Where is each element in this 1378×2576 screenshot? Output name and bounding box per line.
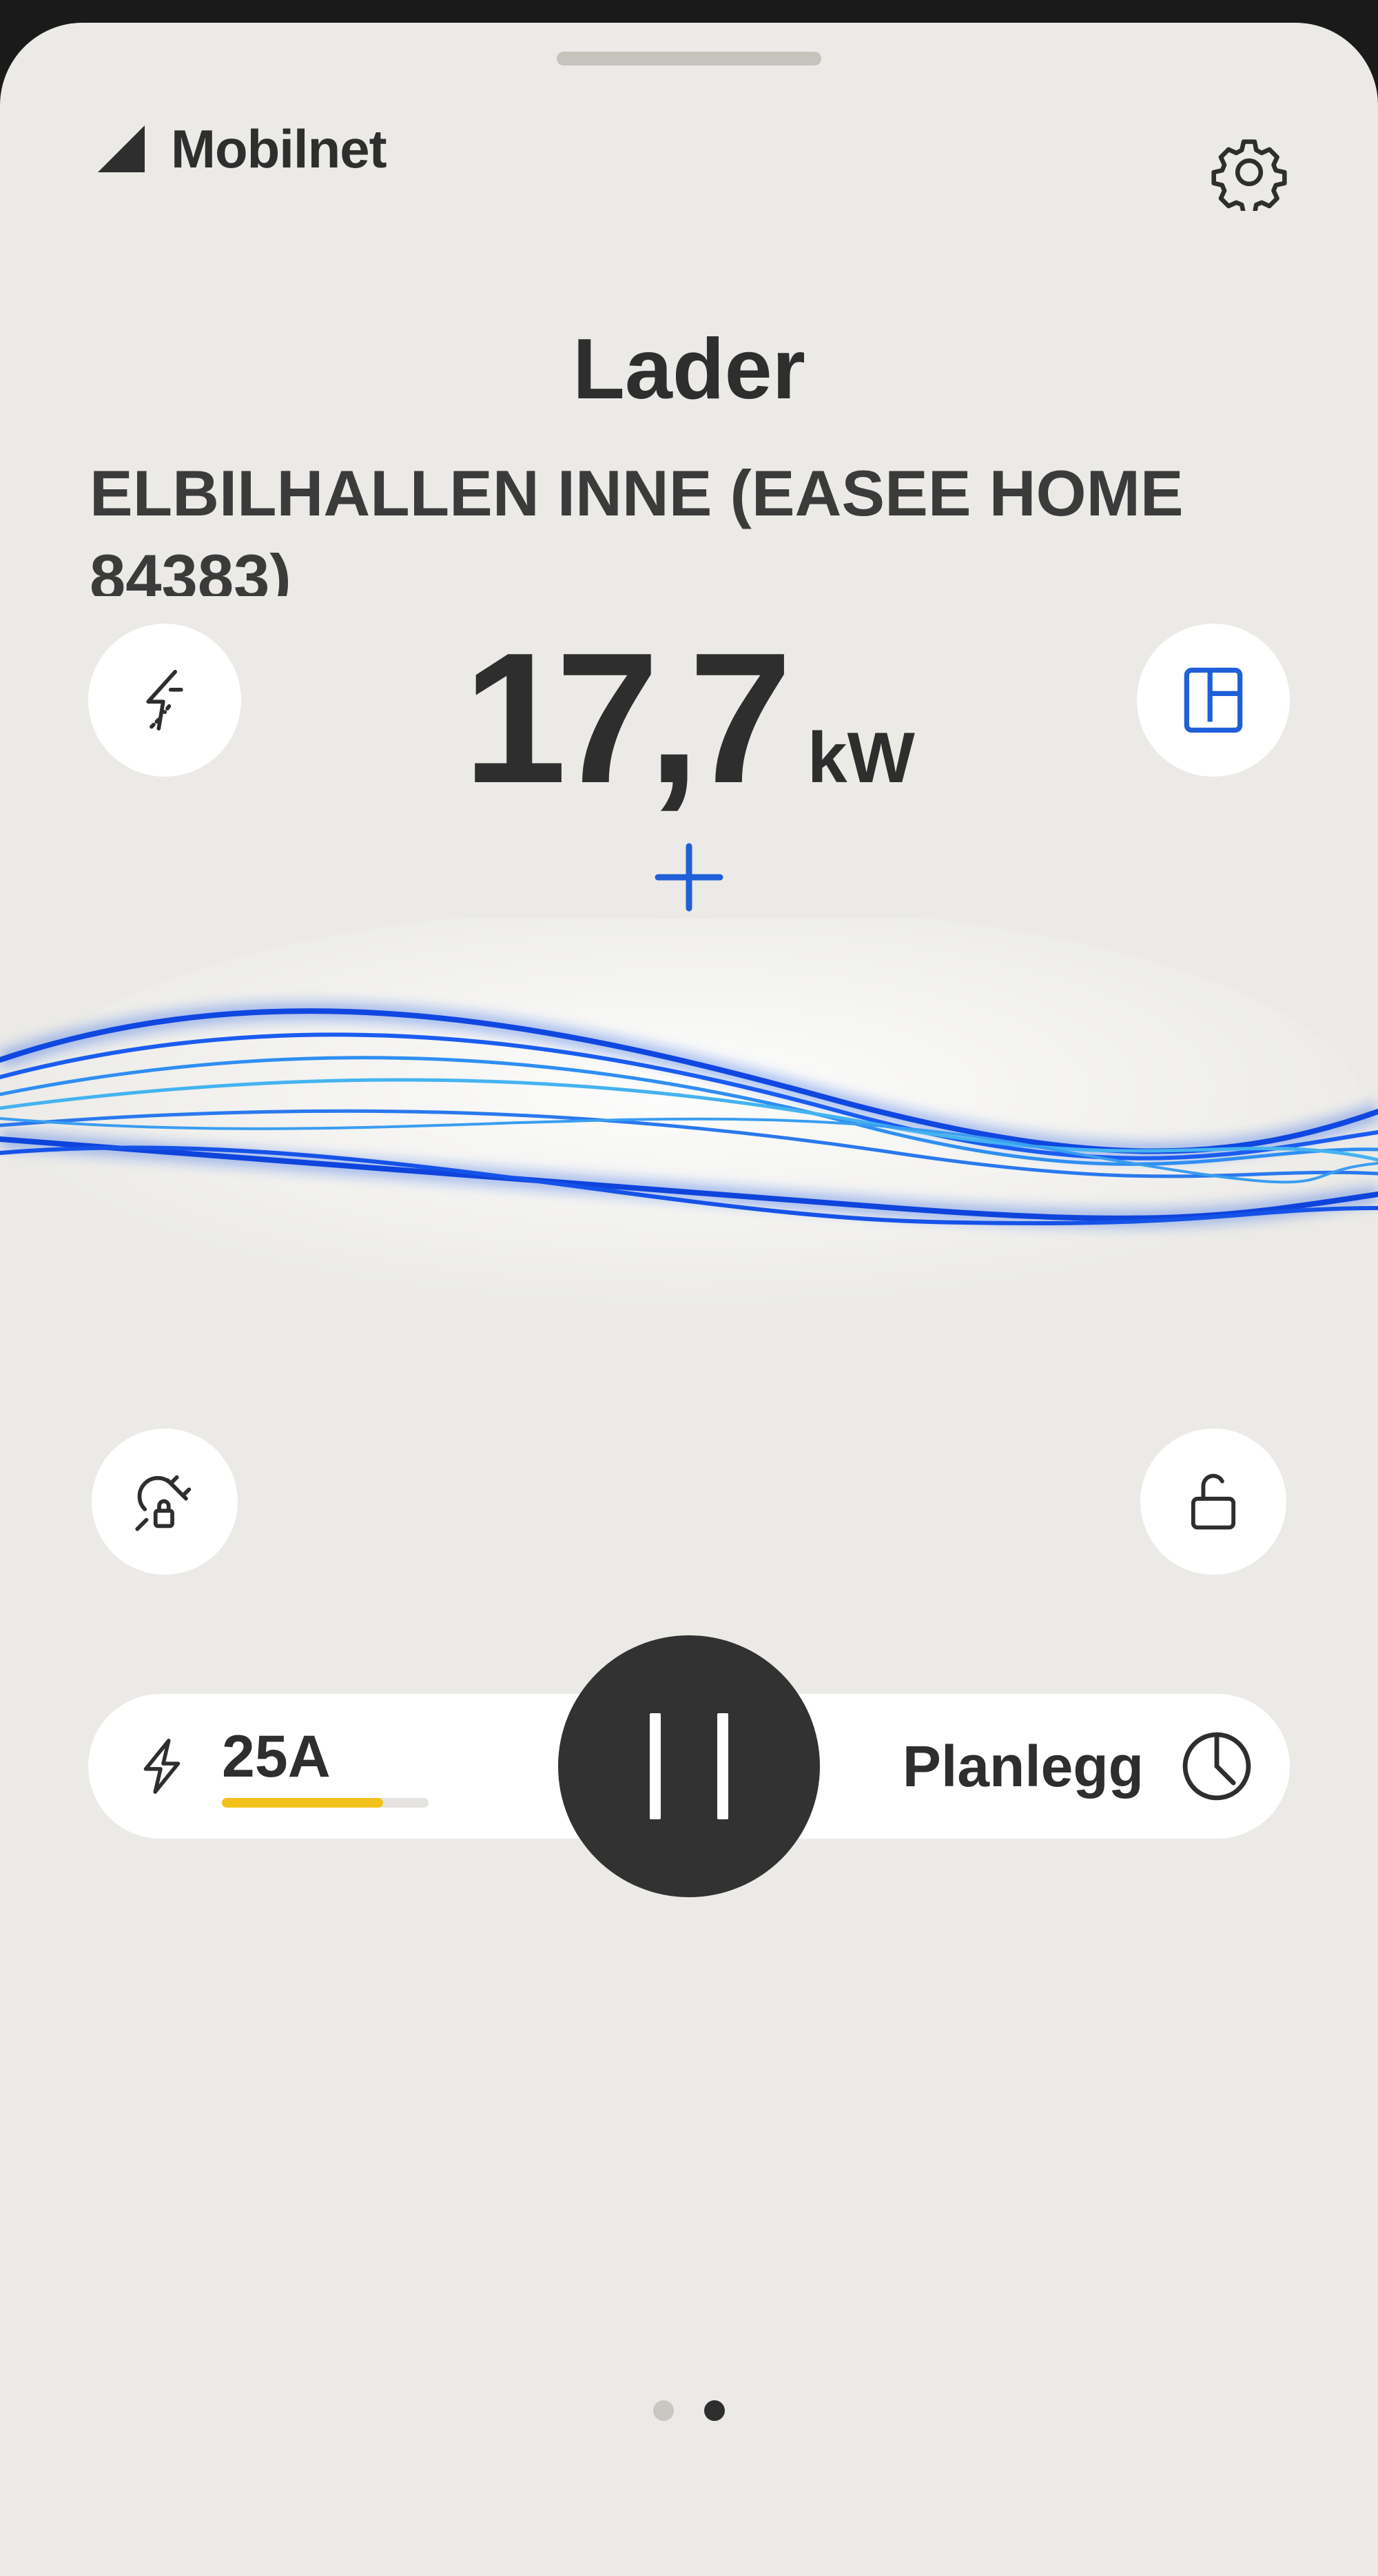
unlock-icon: [1191, 1473, 1236, 1530]
plus-icon[interactable]: [648, 836, 730, 919]
gear-icon: [1211, 139, 1287, 211]
pause-icon-bar-right: [717, 1713, 728, 1819]
current-value: 25A: [222, 1724, 331, 1790]
schedule-button[interactable]: Planlegg: [903, 1694, 1257, 1839]
charger-sheet: Mobilnet Lader ELBILHALLEN INNE (EASEE H…: [0, 23, 1378, 2576]
power-readout: 17,7 kW: [0, 615, 1378, 822]
charger-name: ELBILHALLEN INNE (EASEE HOME 84383): [90, 457, 1184, 596]
page-dot[interactable]: [653, 2400, 674, 2421]
clock-icon: [1182, 1732, 1251, 1801]
charging-wave-graphic: [0, 919, 1378, 1318]
schedule-label: Planlegg: [902, 1733, 1144, 1799]
current-limit-control[interactable]: 25A: [130, 1694, 429, 1839]
page-title: Lader: [573, 322, 805, 417]
current-level-fill: [222, 1798, 383, 1808]
settings-button[interactable]: [1204, 127, 1294, 217]
power-unit: kW: [807, 718, 915, 798]
cable-lock-icon: [135, 1475, 192, 1531]
page-indicator: [0, 2390, 1378, 2431]
power-value: 17,7: [463, 615, 792, 822]
bolt-icon: [143, 1739, 181, 1794]
pause-icon-bar-left: [650, 1713, 661, 1819]
network-indicator: Mobilnet: [94, 111, 387, 187]
current-level-bar: [222, 1798, 429, 1808]
cable-lock-button[interactable]: [92, 1429, 238, 1575]
page-dot[interactable]: [704, 2400, 725, 2421]
pause-button[interactable]: [558, 1635, 820, 1897]
sheet-drag-handle[interactable]: [557, 52, 821, 65]
unlock-button[interactable]: [1140, 1429, 1286, 1575]
signal-icon: [98, 125, 145, 172]
network-name: Mobilnet: [171, 118, 387, 179]
